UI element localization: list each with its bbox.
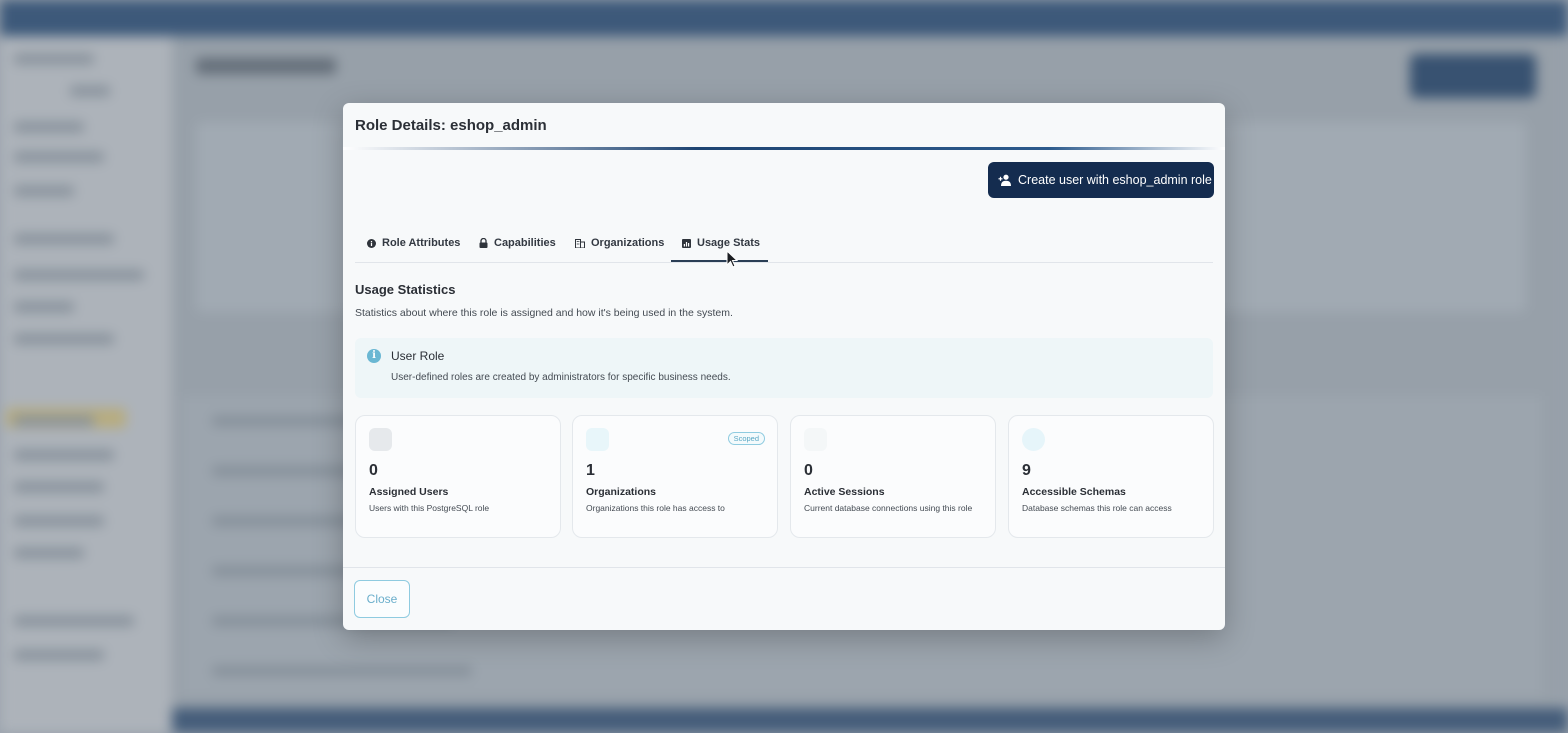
close-button[interactable]: Close <box>354 580 410 618</box>
stat-description: Organizations this role has access to <box>586 503 725 513</box>
tab-label: Organizations <box>591 237 665 249</box>
organization-icon <box>586 428 609 451</box>
person-add-icon <box>998 174 1011 186</box>
role-details-modal: Role Details: eshop_admin Create user wi… <box>343 103 1225 630</box>
header-divider <box>343 147 1225 150</box>
tab-label: Usage Stats <box>697 237 760 249</box>
stat-label: Organizations <box>586 486 657 498</box>
scoped-badge: Scoped <box>727 432 765 445</box>
create-user-button[interactable]: Create user with eshop_admin role <box>988 162 1214 198</box>
stat-card-assigned-users: 0 Assigned Users Users with this Postgre… <box>355 415 561 538</box>
tab-organizations[interactable]: Organizations <box>575 223 664 263</box>
tab-role-attributes[interactable]: Role Attributes <box>367 223 460 263</box>
stat-label: Active Sessions <box>804 486 885 498</box>
mouse-cursor-icon <box>726 250 738 268</box>
info-circle-icon <box>367 238 376 248</box>
sessions-icon <box>804 428 827 451</box>
stat-card-active-sessions: 0 Active Sessions Current database conne… <box>790 415 996 538</box>
usage-stats-title: Usage Statistics <box>355 282 456 297</box>
info-description: User-defined roles are created by admini… <box>391 372 731 383</box>
stat-value: 0 <box>369 462 378 479</box>
stat-description: Database schemas this role can access <box>1022 503 1172 513</box>
stat-label: Accessible Schemas <box>1022 486 1126 498</box>
building-icon <box>575 238 585 248</box>
active-tab-indicator <box>671 260 768 262</box>
stat-card-organizations: Scoped 1 Organizations Organizations thi… <box>572 415 778 538</box>
create-user-button-label: Create user with eshop_admin role <box>1018 173 1212 187</box>
footer-divider <box>343 567 1225 568</box>
stat-value: 1 <box>586 462 595 479</box>
stat-value: 9 <box>1022 462 1031 479</box>
info-icon: i <box>367 349 381 363</box>
usage-stats-description: Statistics about where this role is assi… <box>355 307 733 319</box>
stat-value: 0 <box>804 462 813 479</box>
stat-description: Current database connections using this … <box>804 503 973 513</box>
tab-bar: Role Attributes Capabilities Organizatio… <box>355 223 1213 263</box>
info-title: User Role <box>391 349 445 363</box>
tab-usage-stats[interactable]: Usage Stats <box>682 223 760 263</box>
stat-card-accessible-schemas: 9 Accessible Schemas Database schemas th… <box>1008 415 1214 538</box>
chart-icon <box>682 238 691 248</box>
tab-label: Capabilities <box>494 237 556 249</box>
tab-label: Role Attributes <box>382 237 461 249</box>
stat-label: Assigned Users <box>369 486 449 498</box>
modal-title: Role Details: eshop_admin <box>355 117 547 134</box>
users-icon <box>369 428 392 451</box>
stat-description: Users with this PostgreSQL role <box>369 503 490 513</box>
role-type-info-box: i User Role User-defined roles are creat… <box>355 338 1213 398</box>
schema-icon <box>1022 428 1045 451</box>
lock-icon <box>479 238 488 248</box>
tab-capabilities[interactable]: Capabilities <box>479 223 556 263</box>
